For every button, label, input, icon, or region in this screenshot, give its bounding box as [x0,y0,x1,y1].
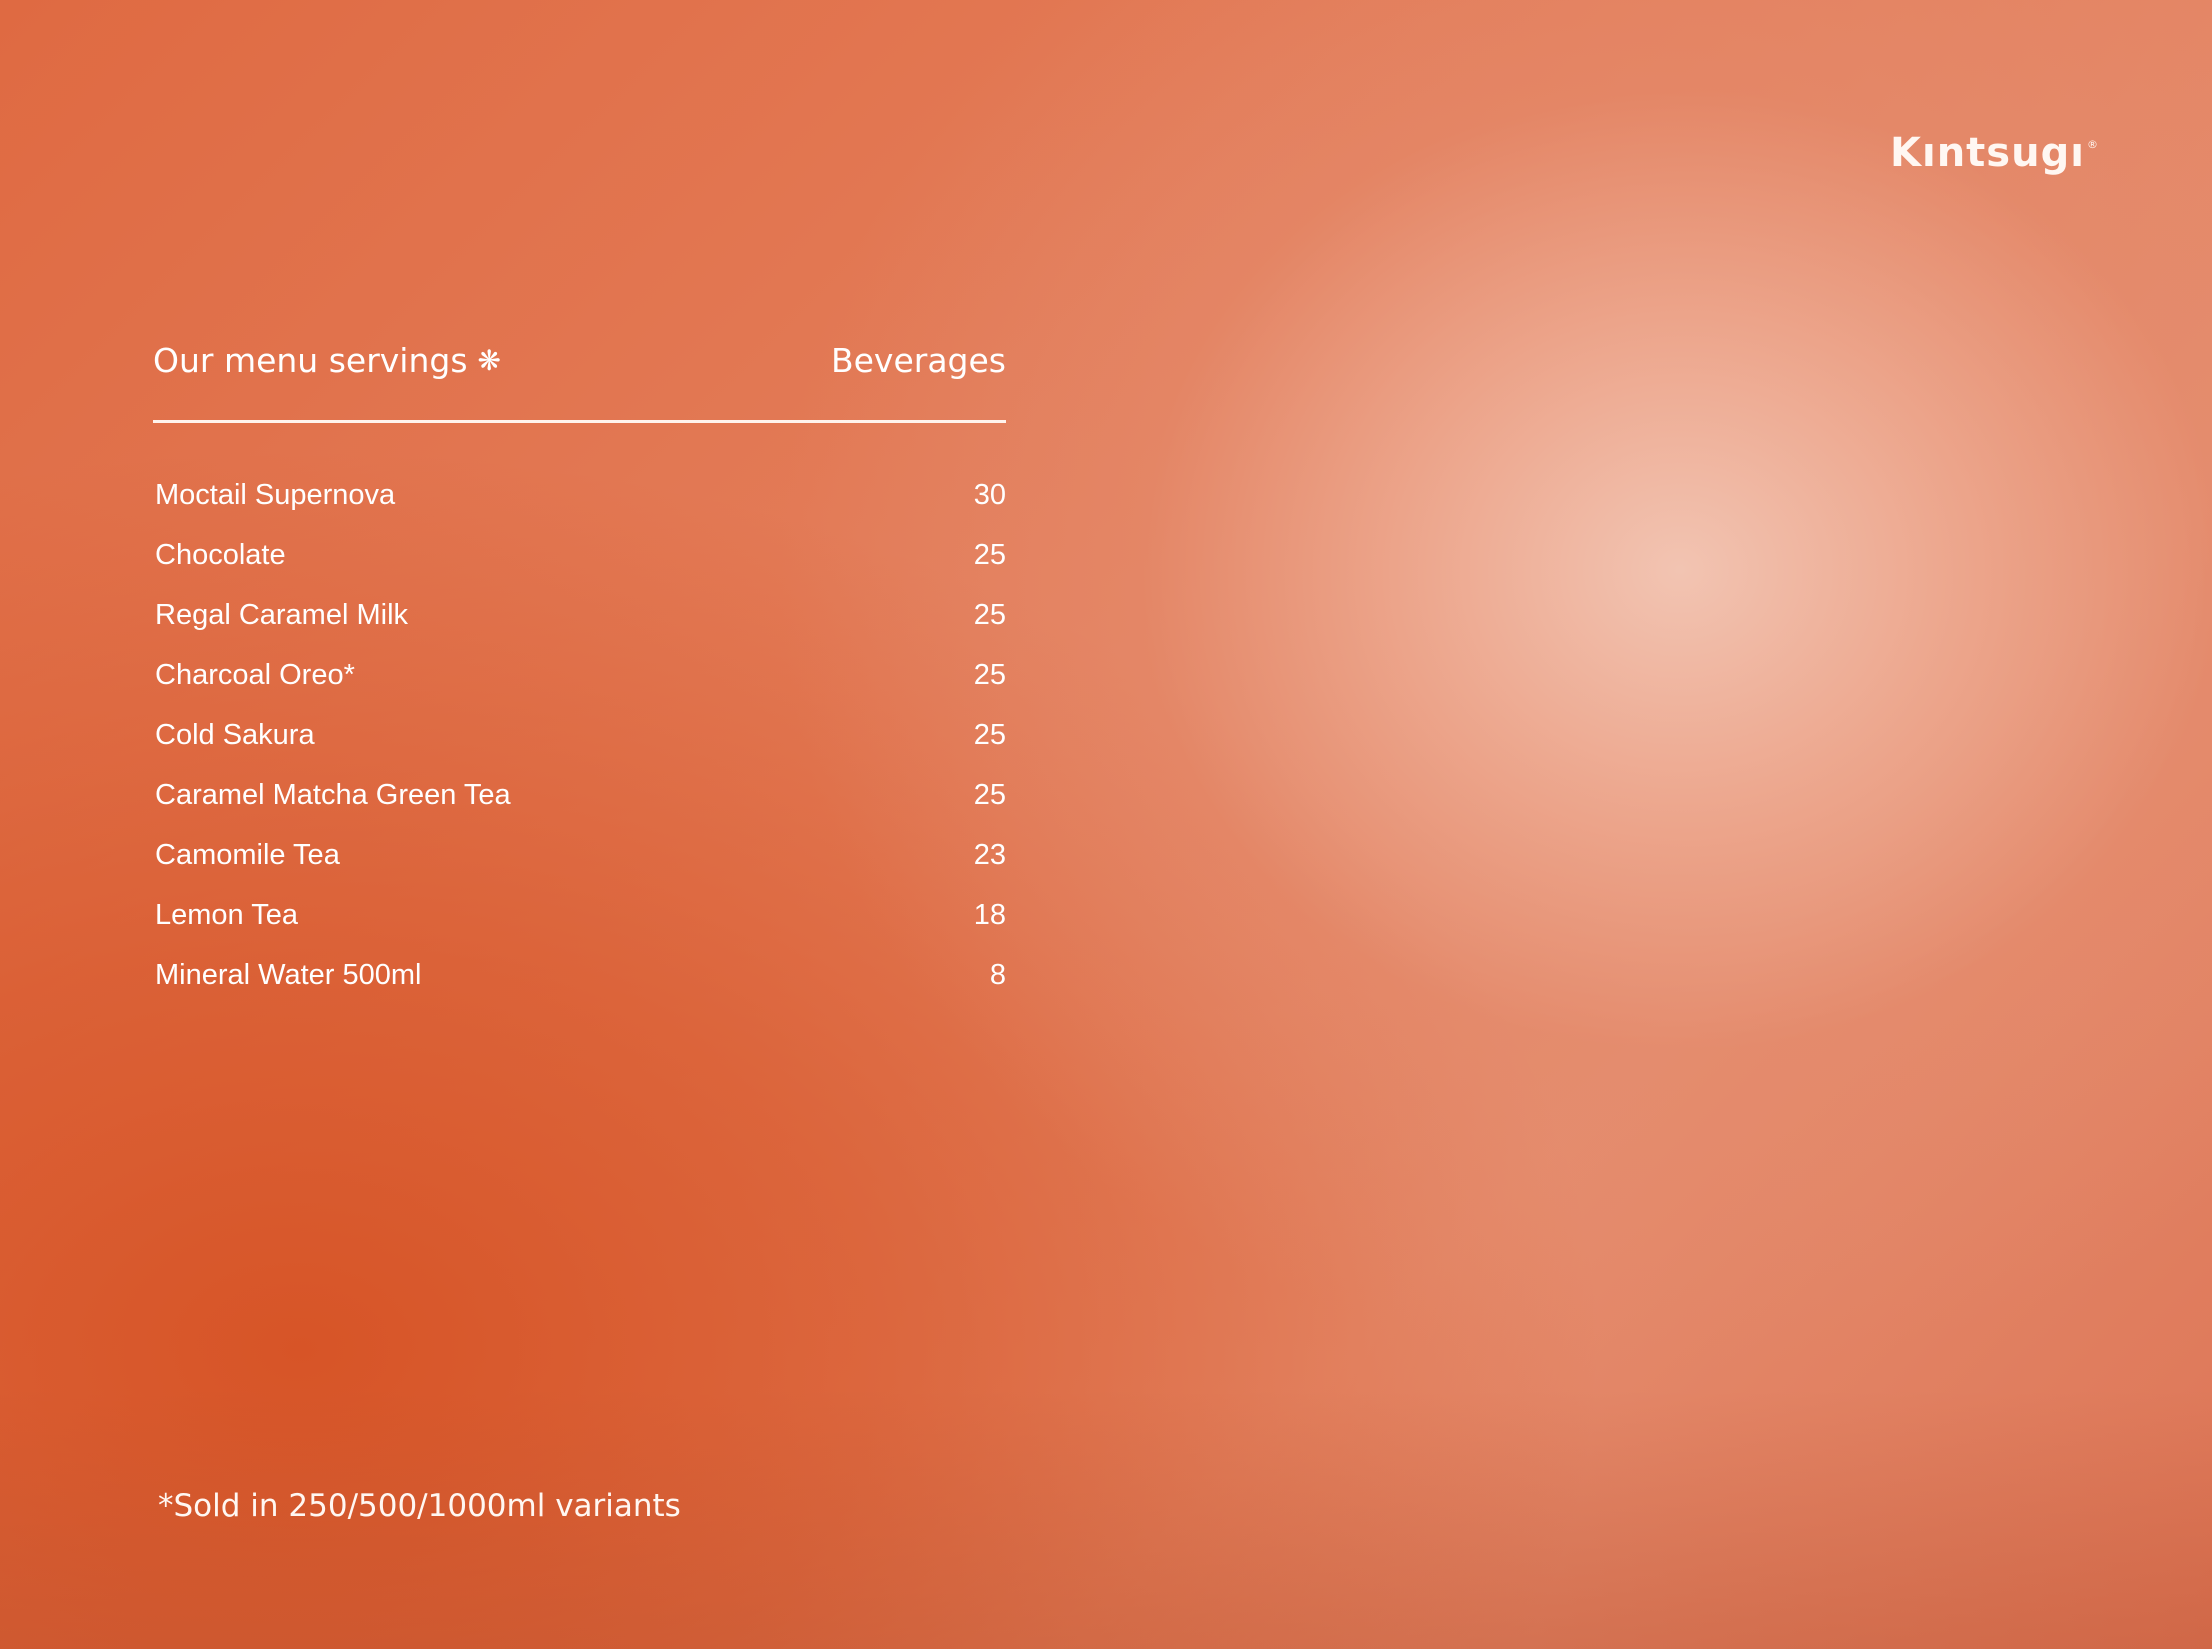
menu-item: Mineral Water 500ml 8 [153,945,1006,1005]
menu-item-name: Chocolate [155,538,286,571]
menu-item-name: Mineral Water 500ml [155,958,422,991]
menu-item: Charcoal Oreo* 25 [153,645,1006,705]
menu-item-name: Regal Caramel Milk [155,598,409,631]
brand-name: Kıntsugı [1890,130,2085,176]
brand-logo: Kıntsugı ® [1890,130,2099,176]
menu-item: Caramel Matcha Green Tea 25 [153,765,1006,825]
menu-item: Chocolate 25 [153,525,1006,585]
flower-icon: ❋ [477,343,501,377]
menu-header: Our menu servings ❋ Beverages [153,334,1006,386]
menu-item-price: 25 [973,718,1006,751]
menu-item-price: 8 [989,958,1006,991]
menu-title-group: Our menu servings ❋ [153,341,501,380]
menu-item: Cold Sakura 25 [153,705,1006,765]
menu-item-price: 18 [973,898,1006,931]
menu-item-price: 25 [973,598,1006,631]
menu-item-price: 25 [973,658,1006,691]
menu-items-list: Moctail Supernova 30 Chocolate 25 Regal … [153,465,1006,1005]
menu-item-price: 25 [973,538,1006,571]
menu-section: Our menu servings ❋ Beverages Moctail Su… [153,334,1006,1005]
menu-item-name: Lemon Tea [155,898,298,931]
menu-item: Moctail Supernova 30 [153,465,1006,525]
menu-item-name: Charcoal Oreo* [155,658,355,691]
menu-item-price: 30 [973,478,1006,511]
registered-mark: ® [2086,138,2099,151]
menu-item: Camomile Tea 23 [153,825,1006,885]
menu-title: Our menu servings [153,340,468,380]
menu-item: Lemon Tea 18 [153,885,1006,945]
footnote: *Sold in 250/500/1000ml variants [158,1488,681,1524]
menu-item: Regal Caramel Milk 25 [153,585,1006,645]
menu-item-price: 25 [973,778,1006,811]
menu-item-name: Caramel Matcha Green Tea [155,778,511,811]
menu-category: Beverages [830,340,1006,380]
menu-item-name: Cold Sakura [155,718,315,751]
header-divider [153,420,1006,423]
menu-item-name: Moctail Supernova [155,478,396,511]
menu-item-price: 23 [973,838,1006,871]
menu-item-name: Camomile Tea [155,838,340,871]
